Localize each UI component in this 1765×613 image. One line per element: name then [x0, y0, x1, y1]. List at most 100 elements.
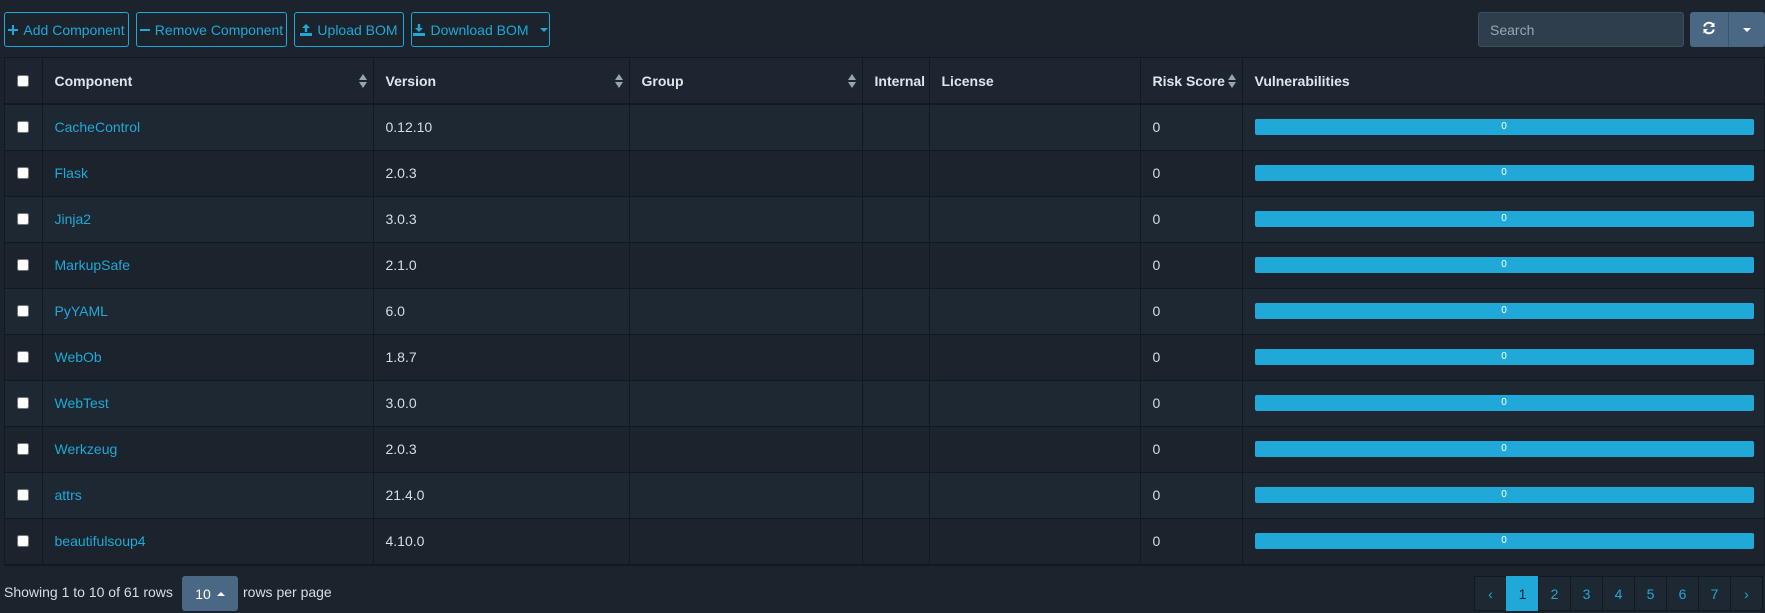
- cell-vulnerabilities: 0: [1242, 472, 1764, 519]
- row-checkbox[interactable]: [17, 535, 30, 547]
- upload-bom-button[interactable]: Upload BOM: [294, 12, 404, 47]
- cell-vulnerabilities: 0: [1242, 518, 1764, 565]
- cell-vulnerabilities: 0: [1242, 380, 1764, 427]
- row-select-cell: [5, 518, 43, 565]
- row-checkbox[interactable]: [17, 489, 30, 501]
- column-header-risk-score[interactable]: Risk Score: [1140, 58, 1243, 105]
- component-link[interactable]: Jinja2: [55, 211, 92, 227]
- pagination-page-2[interactable]: 2: [1538, 576, 1571, 611]
- cell-version: 2.0.3: [373, 426, 630, 473]
- cell-version: 0.12.10: [373, 104, 630, 151]
- column-header-license: License: [929, 58, 1141, 105]
- pagination-prev[interactable]: ‹: [1474, 576, 1507, 611]
- row-select-cell: [5, 426, 43, 473]
- rows-per-page-select[interactable]: 10: [182, 576, 238, 611]
- table-row: PyYAML 6.0 0 0: [5, 288, 1764, 335]
- cell-internal: [862, 518, 930, 565]
- column-header-component[interactable]: Component: [42, 58, 374, 105]
- cell-group: [629, 104, 863, 151]
- sort-icon: [614, 73, 623, 89]
- table-header-row: Component Version Group Internal License…: [5, 58, 1764, 105]
- component-link[interactable]: beautifulsoup4: [55, 533, 146, 549]
- cell-vulnerabilities: 0: [1242, 242, 1764, 289]
- cell-vulnerabilities: 0: [1242, 426, 1764, 473]
- refresh-icon: [1702, 21, 1716, 38]
- column-header-label: Internal: [874, 72, 926, 89]
- cell-component: PyYAML: [42, 288, 374, 335]
- column-header-group[interactable]: Group: [629, 58, 863, 105]
- cell-group: [629, 334, 863, 381]
- download-bom-button[interactable]: Download BOM: [411, 12, 550, 47]
- cell-internal: [862, 288, 930, 335]
- component-link[interactable]: CacheControl: [55, 119, 141, 135]
- cell-internal: [862, 104, 930, 151]
- component-link[interactable]: WebTest: [55, 395, 109, 411]
- cell-risk-score: 0: [1140, 472, 1243, 519]
- search-input[interactable]: [1478, 12, 1684, 47]
- cell-component: Jinja2: [42, 196, 374, 243]
- component-link[interactable]: MarkupSafe: [55, 257, 130, 273]
- refresh-button[interactable]: [1690, 12, 1728, 47]
- cell-license: [929, 196, 1141, 243]
- cell-component: Werkzeug: [42, 426, 374, 473]
- cell-group: [629, 426, 863, 473]
- cell-component: WebTest: [42, 380, 374, 427]
- row-select-cell: [5, 288, 43, 335]
- row-checkbox[interactable]: [17, 167, 30, 179]
- row-checkbox[interactable]: [17, 443, 30, 455]
- plus-icon: [8, 24, 19, 35]
- cell-version: 2.0.3: [373, 150, 630, 197]
- download-bom-label: Download BOM: [430, 21, 529, 38]
- cell-vulnerabilities: 0: [1242, 150, 1764, 197]
- pagination-page-7[interactable]: 7: [1698, 576, 1731, 611]
- cell-license: [929, 518, 1141, 565]
- remove-component-button[interactable]: Remove Component: [136, 12, 287, 47]
- pagination-page-4[interactable]: 4: [1602, 576, 1635, 611]
- component-link[interactable]: Flask: [55, 165, 88, 181]
- table-row: Jinja2 3.0.3 0 0: [5, 196, 1764, 243]
- pagination-page-5[interactable]: 5: [1634, 576, 1667, 611]
- cell-group: [629, 150, 863, 197]
- component-link[interactable]: attrs: [55, 487, 82, 503]
- component-link[interactable]: Werkzeug: [55, 441, 118, 457]
- row-checkbox[interactable]: [17, 351, 30, 363]
- row-checkbox[interactable]: [17, 121, 30, 134]
- chevron-up-icon: [216, 591, 225, 596]
- row-checkbox[interactable]: [17, 397, 30, 409]
- row-select-cell: [5, 242, 43, 289]
- pagination-page-3[interactable]: 3: [1570, 576, 1603, 611]
- pagination-next[interactable]: ›: [1730, 576, 1763, 611]
- sort-icon: [1227, 73, 1236, 89]
- row-checkbox[interactable]: [17, 305, 30, 317]
- cell-risk-score: 0: [1140, 242, 1243, 289]
- cell-internal: [862, 334, 930, 381]
- pagination-page-1[interactable]: 1: [1506, 576, 1539, 611]
- remove-component-label: Remove Component: [154, 21, 284, 38]
- refresh-options-dropdown[interactable]: [1728, 12, 1765, 47]
- row-select-cell: [5, 380, 43, 427]
- column-header-version[interactable]: Version: [373, 58, 630, 105]
- cell-component: MarkupSafe: [42, 242, 374, 289]
- cell-version: 4.10.0: [373, 518, 630, 565]
- row-select-cell: [5, 472, 43, 519]
- select-all-checkbox[interactable]: [17, 74, 30, 87]
- pagination-page-6[interactable]: 6: [1666, 576, 1699, 611]
- cell-license: [929, 288, 1141, 335]
- upload-bom-label: Upload BOM: [317, 21, 398, 38]
- component-link[interactable]: PyYAML: [55, 303, 108, 319]
- add-component-button[interactable]: Add Component: [4, 12, 129, 47]
- vulnerability-progress-bar: 0: [1254, 349, 1754, 365]
- row-checkbox[interactable]: [17, 259, 30, 271]
- table-row: WebTest 3.0.0 0 0: [5, 380, 1764, 427]
- column-header-label: Component: [54, 72, 133, 89]
- cell-license: [929, 334, 1141, 381]
- cell-vulnerabilities: 0: [1242, 334, 1764, 381]
- cell-vulnerabilities: 0: [1242, 104, 1764, 151]
- cell-version: 1.8.7: [373, 334, 630, 381]
- column-header-label: Risk Score: [1152, 72, 1225, 89]
- component-link[interactable]: WebOb: [55, 349, 102, 365]
- cell-risk-score: 0: [1140, 150, 1243, 197]
- cell-internal: [862, 426, 930, 473]
- row-checkbox[interactable]: [17, 213, 30, 225]
- select-all-header: [5, 58, 43, 105]
